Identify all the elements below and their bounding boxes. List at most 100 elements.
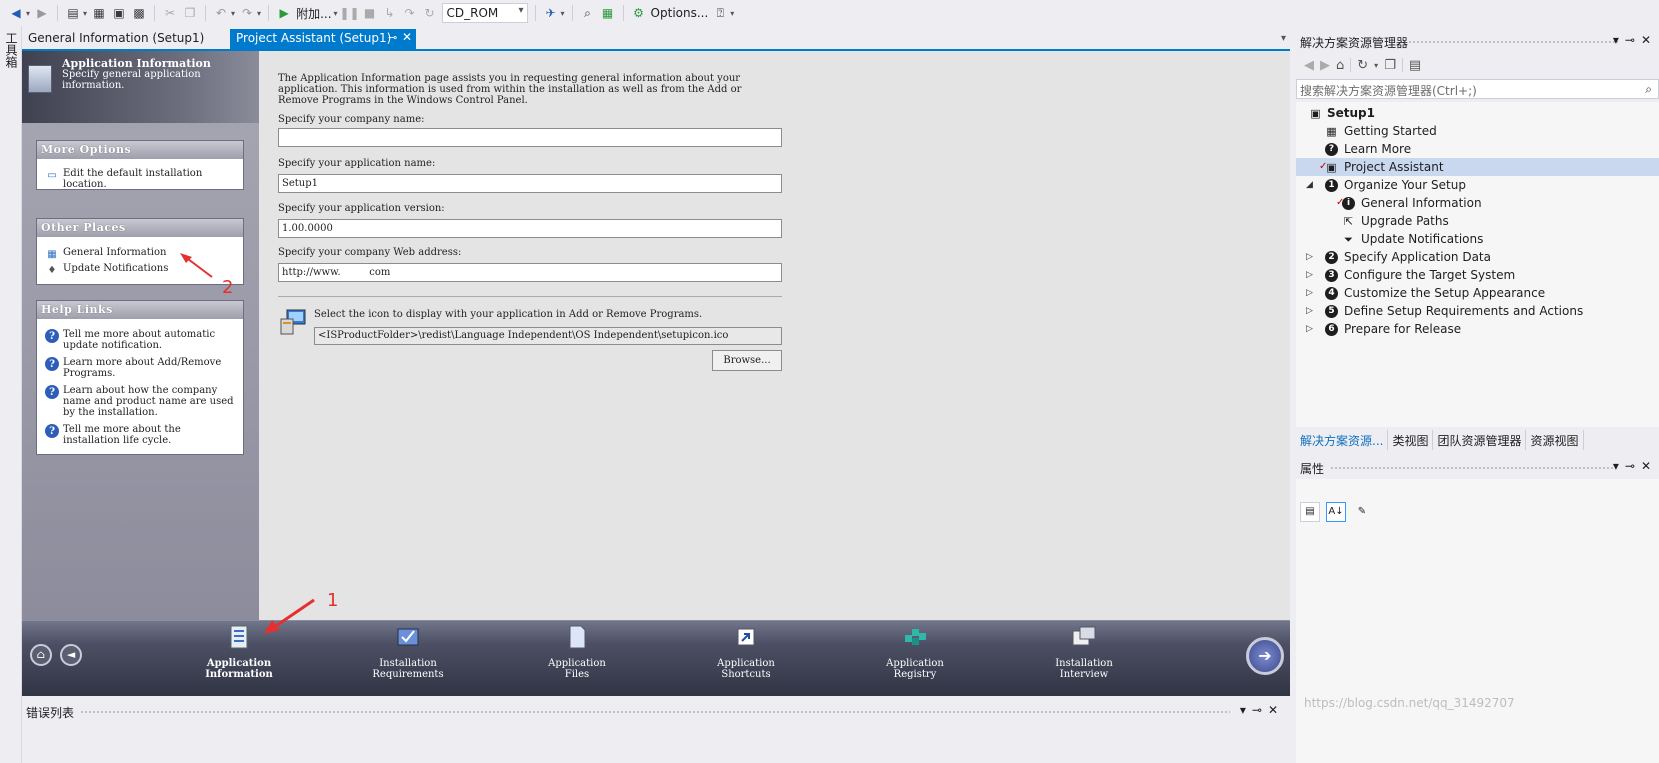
release-dropdown-icon[interactable]: ▾ (561, 9, 565, 18)
save-all-icon[interactable]: ▩ (131, 5, 147, 21)
step-over-icon[interactable]: ↷ (402, 5, 418, 21)
options-icon[interactable]: ⚙ (631, 5, 647, 21)
back-icon[interactable]: ◀ (8, 5, 24, 21)
home-button[interactable]: ⌂ (30, 644, 52, 666)
undo-icon[interactable]: ↶ (213, 5, 229, 21)
tab-project-assistant[interactable]: Project Assistant (Setup1) ⊸ ✕ (230, 29, 416, 49)
pin-icon[interactable]: ⊸ (1252, 703, 1268, 717)
expand-right-icon[interactable]: ▷ (1306, 266, 1313, 284)
collapse-all-icon[interactable]: ❐ (1384, 58, 1396, 73)
link-text[interactable]: Tell me more about the installation life… (63, 424, 237, 446)
link-text[interactable]: Tell me more about automatic update noti… (63, 329, 237, 351)
nav-installation-interview[interactable]: Installation Interview (1024, 623, 1144, 680)
release-icon[interactable]: ✈ (543, 5, 559, 21)
nav-application-shortcuts[interactable]: Application Shortcuts (686, 623, 806, 680)
previous-button[interactable]: ◄ (60, 644, 82, 666)
forward-icon[interactable]: ▶ (34, 5, 50, 21)
alphabetical-icon[interactable]: A↓ (1326, 502, 1346, 522)
nav-application-files[interactable]: Application Files (517, 623, 637, 680)
dropdown-icon[interactable]: ▾ (1240, 703, 1252, 717)
new-project-dropdown-icon[interactable]: ▾ (83, 9, 87, 18)
tab-general-information[interactable]: General Information (Setup1) (22, 29, 230, 49)
sync-icon[interactable]: ↻ (1357, 58, 1368, 73)
tree-node-getting-started[interactable]: ▦ Getting Started (1296, 122, 1659, 140)
link-text[interactable]: Edit the default installation location. (63, 168, 237, 190)
tab-team-explorer[interactable]: 团队资源管理器 (1433, 430, 1527, 450)
attach-button[interactable]: 附加... (296, 5, 331, 22)
categorized-icon[interactable]: ▤ (1300, 502, 1320, 522)
tree-node-update-notifications[interactable]: ⏷ Update Notifications (1296, 230, 1659, 248)
find-icon[interactable]: ⌕ (580, 5, 596, 21)
tab-resource-view[interactable]: 资源视图 (1526, 430, 1584, 450)
expand-right-icon[interactable]: ▷ (1306, 248, 1313, 266)
redo-icon[interactable]: ↷ (239, 5, 255, 21)
tree-node-general-information[interactable]: ✓ i General Information (1296, 194, 1659, 212)
search-icon[interactable]: ⌕ (1645, 82, 1652, 97)
list-item[interactable]: ? Tell me more about automatic update no… (37, 328, 243, 352)
list-item[interactable]: ? Learn about how the company name and p… (37, 384, 243, 419)
nav-installation-requirements[interactable]: Installation Requirements (348, 623, 468, 680)
setup-icon[interactable] (278, 307, 308, 337)
open-file-icon[interactable]: ▦ (91, 5, 107, 21)
tree-node-customize[interactable]: ▷ 4 Customize the Setup Appearance (1296, 284, 1659, 302)
undo-dropdown-icon[interactable]: ▾ (231, 9, 235, 18)
app-version-field[interactable]: 1.00.0000 (278, 219, 782, 238)
link-text[interactable]: Learn about how the company name and pro… (63, 385, 237, 418)
dropdown-icon[interactable]: ▾ (1613, 33, 1625, 47)
list-item[interactable]: ? Learn more about Add/Remove Programs. (37, 356, 243, 380)
expand-down-icon[interactable]: ◢ (1306, 176, 1313, 194)
browse-button[interactable]: Browse... (712, 350, 782, 371)
save-icon[interactable]: ▣ (111, 5, 127, 21)
tree-node-configure-target[interactable]: ▷ 3 Configure the Target System (1296, 266, 1659, 284)
back-dropdown-icon[interactable]: ▾ (26, 9, 30, 18)
sync-dropdown-icon[interactable]: ▾ (1374, 61, 1378, 70)
pin-icon[interactable]: ⊸ (1625, 33, 1641, 47)
company-name-field[interactable] (278, 128, 782, 147)
new-project-icon[interactable]: ▤ (65, 5, 81, 21)
attach-dropdown-icon[interactable]: ▾ (334, 9, 338, 18)
build-icon[interactable]: ▦ (600, 5, 616, 21)
tree-node-project-assistant[interactable]: ✓ ▣ Project Assistant (1296, 158, 1659, 176)
link-text[interactable]: Learn more about Add/Remove Programs. (63, 357, 237, 379)
property-pages-icon[interactable]: ✎ (1352, 502, 1372, 522)
cut-icon[interactable]: ✂ (162, 5, 178, 21)
expand-right-icon[interactable]: ▷ (1306, 320, 1313, 338)
web-address-field[interactable]: http://www. com (278, 263, 782, 282)
toolbox-strip-label[interactable]: 工具箱 (3, 32, 20, 68)
tab-class-view[interactable]: 类视图 (1388, 430, 1434, 450)
solution-search-input[interactable]: 搜索解决方案资源管理器(Ctrl+;) ⌕ (1296, 79, 1659, 99)
tab-solution-explorer[interactable]: 解决方案资源... (1296, 430, 1389, 450)
tree-node-specify-data[interactable]: ▷ 2 Specify Application Data (1296, 248, 1659, 266)
close-icon[interactable]: ✕ (1641, 459, 1657, 473)
app-name-field[interactable]: Setup1 (278, 174, 782, 193)
copy-icon[interactable]: ❐ (182, 5, 198, 21)
pin-icon[interactable]: ⊸ (388, 31, 397, 44)
error-list-label[interactable]: 错误列表 (26, 704, 74, 721)
forward-icon[interactable]: ▶ (1320, 58, 1330, 73)
expand-right-icon[interactable]: ▷ (1306, 284, 1313, 302)
close-icon[interactable]: ✕ (1641, 33, 1657, 47)
home-icon[interactable]: ⌂ (1336, 58, 1344, 73)
link-text[interactable]: Update Notifications (63, 263, 168, 277)
refresh-icon[interactable]: ↻ (422, 5, 438, 21)
expand-right-icon[interactable]: ▷ (1306, 302, 1313, 320)
play-icon[interactable]: ▶ (276, 5, 292, 21)
tab-overflow-icon[interactable]: ▾ (1281, 33, 1286, 44)
help-icon[interactable]: ⍰ (712, 5, 728, 21)
tree-node-organize-setup[interactable]: ◢ 1 Organize Your Setup (1296, 176, 1659, 194)
tree-node-upgrade-paths[interactable]: ⇱ Upgrade Paths (1296, 212, 1659, 230)
close-icon[interactable]: ✕ (402, 30, 412, 44)
dropdown-icon[interactable]: ▾ (1613, 459, 1625, 473)
list-item[interactable]: ? Tell me more about the installation li… (37, 423, 243, 447)
close-icon[interactable]: ✕ (1268, 703, 1284, 717)
pause-icon[interactable]: ❚❚ (339, 5, 359, 21)
stop-icon[interactable]: ■ (362, 5, 378, 21)
link-text[interactable]: General Information (63, 247, 166, 261)
options-button[interactable]: Options... (651, 6, 709, 20)
tree-node-setup1[interactable]: ▣ Setup1 (1296, 104, 1659, 122)
toolbox-strip[interactable]: 工具箱 (0, 26, 22, 763)
icon-path-field[interactable]: <ISProductFolder>\redist\Language Indepe… (314, 327, 782, 345)
pin-icon[interactable]: ⊸ (1625, 459, 1641, 473)
help-dropdown-icon[interactable]: ▾ (730, 9, 734, 18)
tree-node-prepare-release[interactable]: ▷ 6 Prepare for Release (1296, 320, 1659, 338)
